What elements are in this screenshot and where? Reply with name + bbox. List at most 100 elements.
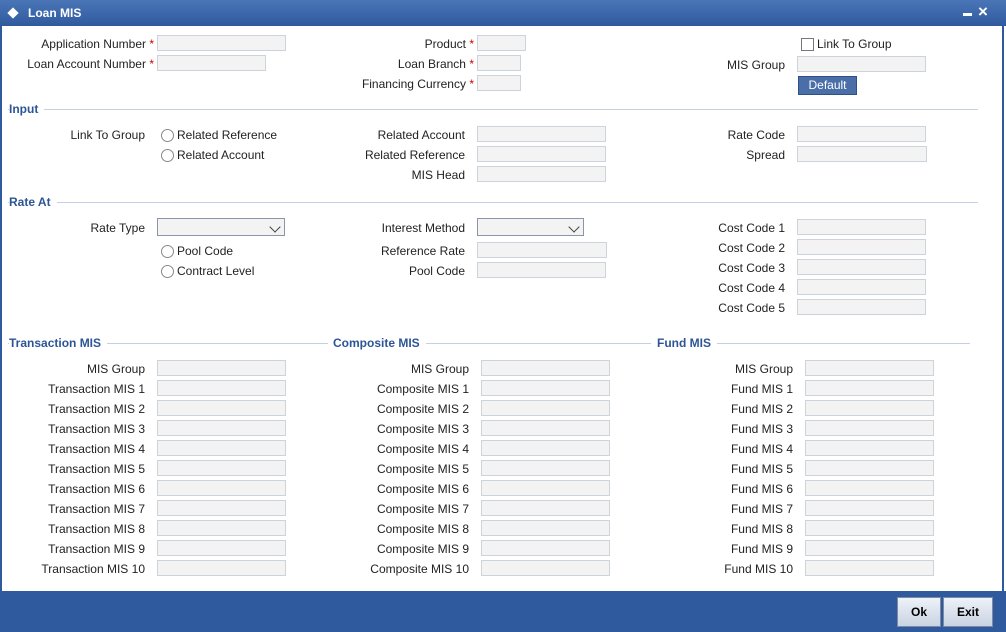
transaction-mis-input-7[interactable] [157,500,286,516]
fund-mis-input-3[interactable] [805,420,934,436]
transaction-mis-input-0[interactable] [157,360,286,376]
input-link-to-group-label: Link To Group [70,128,146,142]
fund-mis-input-10[interactable] [805,560,934,576]
transaction-mis-input-3[interactable] [157,420,286,436]
fund-mis-label-7: Fund MIS 7 [730,502,793,516]
contract-level-radio[interactable] [161,265,174,278]
mis-group-input[interactable] [797,56,926,72]
chevron-down-icon [269,221,281,233]
cost-code-4-label: Cost Code 4 [718,281,785,295]
composite-mis-input-10[interactable] [481,560,610,576]
interest-method-label: Interest Method [381,221,465,235]
ok-button[interactable]: Ok [897,597,941,627]
fund-mis-label-1: Fund MIS 1 [730,382,793,396]
fund-mis-input-2[interactable] [805,400,934,416]
transaction-mis-label-4: Transaction MIS 4 [48,442,145,456]
transaction-mis-label-5: Transaction MIS 5 [48,462,145,476]
fund-mis-input-4[interactable] [805,440,934,456]
transaction-mis-input-6[interactable] [157,480,286,496]
fund-mis-label-0: MIS Group [734,362,793,376]
transaction-mis-label-2: Transaction MIS 2 [48,402,145,416]
cost-code-2-input[interactable] [797,239,926,255]
fund-mis-input-6[interactable] [805,480,934,496]
application-number-input[interactable] [157,35,286,51]
product-label: Product * [424,37,474,51]
related-account-label: Related Account [377,128,465,142]
fund-mis-input-7[interactable] [805,500,934,516]
interest-method-select[interactable] [477,218,584,236]
loan-branch-input[interactable] [477,55,521,71]
pool-code-radio[interactable] [161,245,174,258]
transaction-mis-input-9[interactable] [157,540,286,556]
composite-mis-input-1[interactable] [481,380,610,396]
related-account-input[interactable] [477,126,606,142]
transaction-mis-label-0: MIS Group [86,362,145,376]
transaction-mis-label-10: Transaction MIS 10 [41,562,145,576]
transaction-mis-input-2[interactable] [157,400,286,416]
composite-mis-input-5[interactable] [481,460,610,476]
transaction-mis-input-8[interactable] [157,520,286,536]
close-icon[interactable]: × [975,3,991,21]
reference-rate-input[interactable] [477,242,607,258]
loan-account-number-input[interactable] [157,55,266,71]
mis-group-label: MIS Group [726,58,785,72]
fund-mis-input-1[interactable] [805,380,934,396]
transaction-mis-input-5[interactable] [157,460,286,476]
loan-account-number-label: Loan Account Number * [27,57,154,71]
financing-currency-label: Financing Currency * [361,77,474,91]
minimize-icon[interactable] [963,13,972,16]
exit-button[interactable]: Exit [943,597,993,627]
cost-code-1-input[interactable] [797,219,926,235]
composite-mis-input-6[interactable] [481,480,610,496]
related-account-radio[interactable] [161,149,174,162]
transaction-mis-label-6: Transaction MIS 6 [48,482,145,496]
link-to-group-checkbox-label: Link To Group [817,37,892,51]
fund-mis-label-9: Fund MIS 9 [730,542,793,556]
financing-currency-input[interactable] [477,75,521,91]
product-input[interactable] [477,35,526,51]
window-titlebar: Loan MIS × [0,0,1006,26]
fund-mis-input-8[interactable] [805,520,934,536]
rate-type-select[interactable] [157,218,285,236]
default-button[interactable]: Default [798,76,857,95]
related-reference-radio[interactable] [161,129,174,142]
composite-mis-input-7[interactable] [481,500,610,516]
fund-mis-input-9[interactable] [805,540,934,556]
composite-mis-label-6: Composite MIS 6 [376,482,469,496]
input-section-divider [8,109,978,110]
composite-mis-input-8[interactable] [481,520,610,536]
composite-mis-input-2[interactable] [481,400,610,416]
transaction-mis-label-7: Transaction MIS 7 [48,502,145,516]
cost-code-3-input[interactable] [797,259,926,275]
composite-mis-input-0[interactable] [481,360,610,376]
transaction-mis-label-8: Transaction MIS 8 [48,522,145,536]
cost-code-3-label: Cost Code 3 [718,261,785,275]
spread-input[interactable] [797,146,927,162]
cost-code-5-label: Cost Code 5 [718,301,785,315]
transaction-mis-input-4[interactable] [157,440,286,456]
link-to-group-checkbox[interactable] [801,38,814,51]
rate-code-input[interactable] [797,126,926,142]
mis-head-input[interactable] [477,166,606,182]
transaction-mis-input-1[interactable] [157,380,286,396]
composite-mis-input-3[interactable] [481,420,610,436]
related-reference-input[interactable] [477,146,606,162]
pool-code-input[interactable] [477,262,606,278]
composite-mis-label-2: Composite MIS 2 [376,402,469,416]
fund-mis-input-0[interactable] [805,360,934,376]
transaction-mis-input-10[interactable] [157,560,286,576]
composite-mis-label-8: Composite MIS 8 [376,522,469,536]
composite-mis-input-4[interactable] [481,440,610,456]
fund-mis-label-10: Fund MIS 10 [724,562,793,576]
pool-code-label: Pool Code [408,264,465,278]
composite-mis-label-0: MIS Group [410,362,469,376]
composite-mis-input-9[interactable] [481,540,610,556]
transaction-mis-label-1: Transaction MIS 1 [48,382,145,396]
cost-code-4-input[interactable] [797,279,926,295]
fund-mis-label-4: Fund MIS 4 [730,442,793,456]
composite-mis-label-4: Composite MIS 4 [376,442,469,456]
cost-code-5-input[interactable] [797,299,926,315]
fund-mis-section-title: Fund MIS [651,335,717,351]
window-title: Loan MIS [28,6,82,20]
fund-mis-input-5[interactable] [805,460,934,476]
